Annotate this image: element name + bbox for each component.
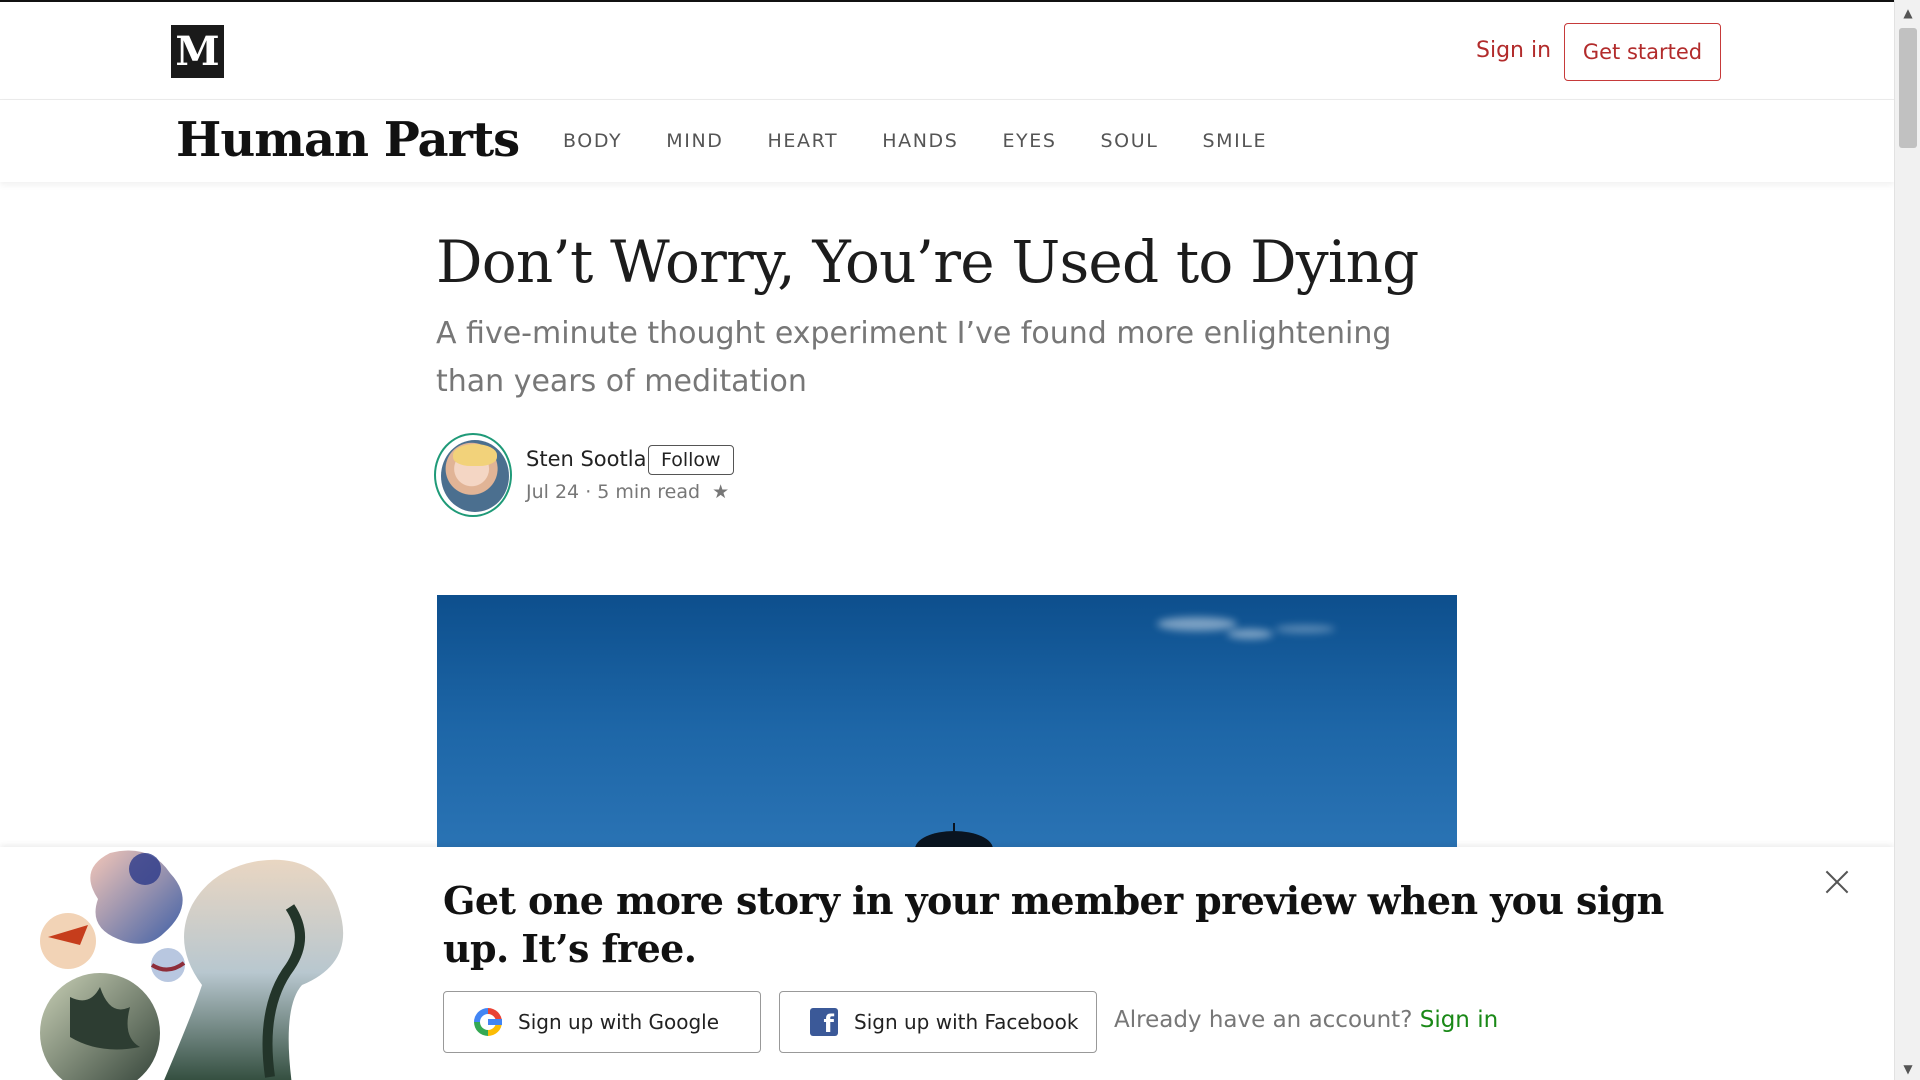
- avatar-image: [441, 440, 509, 512]
- cloud: [1157, 617, 1237, 631]
- google-icon: [474, 1008, 502, 1036]
- meta-separator: ·: [585, 481, 598, 503]
- publication-logo[interactable]: Human Parts: [176, 112, 520, 168]
- existing-account-prompt: Already have an account? Sign in: [1114, 1007, 1498, 1033]
- author-name[interactable]: Sten Sootla: [526, 447, 646, 471]
- signup-facebook-label: Sign up with Facebook: [854, 1010, 1079, 1034]
- scrollbar-thumb[interactable]: [1899, 28, 1917, 148]
- get-started-button[interactable]: Get started: [1564, 23, 1721, 81]
- signup-google-button[interactable]: Sign up with Google: [443, 991, 761, 1053]
- medium-logo[interactable]: M: [171, 25, 224, 78]
- nav-item-mind[interactable]: MIND: [666, 130, 723, 152]
- article-title: Don’t Worry, You’re Used to Dying: [436, 228, 1419, 296]
- scroll-down-icon[interactable]: ▼: [1901, 1062, 1915, 1076]
- signup-google-label: Sign up with Google: [518, 1010, 720, 1034]
- nav-item-body[interactable]: BODY: [563, 130, 622, 152]
- signup-banner: Get one more story in your member previe…: [0, 847, 1894, 1080]
- scroll-up-icon[interactable]: ▲: [1901, 6, 1915, 20]
- nav-item-hands[interactable]: HANDS: [882, 130, 958, 152]
- read-time: 5 min read: [597, 481, 701, 503]
- nav-item-heart[interactable]: HEART: [768, 130, 839, 152]
- article-meta: Jul 24 · 5 min read ★: [526, 481, 729, 503]
- article-subtitle: A five-minute thought experiment I’ve fo…: [436, 316, 1392, 399]
- publication-nav: Human Parts BODY MIND HEART HANDS EYES S…: [0, 100, 1894, 182]
- facebook-icon: f: [810, 1008, 838, 1038]
- hero-image: [437, 595, 1457, 847]
- site-header: M Sign in Get started: [0, 2, 1894, 100]
- close-icon[interactable]: [1824, 869, 1850, 895]
- banner-sign-in-link[interactable]: Sign in: [1420, 1007, 1498, 1033]
- get-started-label: Get started: [1582, 40, 1703, 64]
- cloud: [1275, 625, 1335, 633]
- nav-item-smile[interactable]: SMILE: [1202, 130, 1267, 152]
- article-date: Jul 24: [526, 481, 580, 503]
- publication-nav-links: BODY MIND HEART HANDS EYES SOUL SMILE: [563, 130, 1311, 152]
- building-dome: [915, 831, 993, 847]
- nav-item-eyes[interactable]: EYES: [1002, 130, 1056, 152]
- page: M Sign in Get started Human Parts BODY M…: [0, 0, 1920, 1080]
- follow-button[interactable]: Follow: [648, 445, 734, 475]
- cloud: [1227, 629, 1273, 639]
- author-avatar[interactable]: [434, 433, 512, 517]
- star-icon: ★: [712, 481, 730, 503]
- banner-illustration: [40, 850, 344, 1080]
- sign-in-link[interactable]: Sign in: [1476, 38, 1551, 63]
- signup-facebook-button[interactable]: f Sign up with Facebook: [779, 991, 1097, 1053]
- signup-headline: Get one more story in your member previe…: [443, 878, 1664, 971]
- vertical-scrollbar[interactable]: ▲ ▼: [1894, 0, 1920, 1080]
- already-text: Already have an account?: [1114, 1007, 1413, 1033]
- nav-item-soul[interactable]: SOUL: [1101, 130, 1159, 152]
